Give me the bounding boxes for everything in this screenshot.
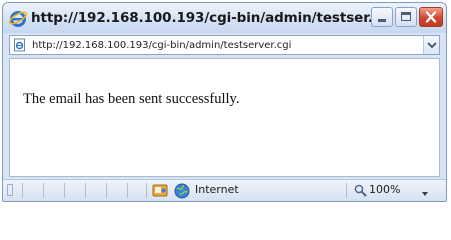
minimize-button[interactable] [371,7,393,27]
chevron-down-icon [422,192,428,196]
title-bar[interactable]: http://192.168.100.193/cgi-bin/admin/tes… [3,3,446,33]
magnifier-icon[interactable] [354,184,367,197]
minimize-icon [378,19,386,22]
status-divider [22,183,23,198]
success-message: The email has been sent successfully. [23,91,240,107]
maximize-button[interactable] [395,7,417,27]
security-zone-label: Internet [195,183,239,196]
status-divider [106,183,107,198]
close-icon [425,11,437,23]
close-button[interactable] [419,7,443,27]
address-bar[interactable]: http://192.168.100.193/cgi-bin/admin/tes… [9,35,440,55]
status-divider [43,183,44,198]
status-divider [346,183,347,198]
zoom-dropdown-button[interactable] [420,186,430,196]
maximize-icon [401,12,411,21]
status-divider [146,183,147,198]
globe-icon[interactable] [174,183,190,199]
status-grip [7,184,13,196]
chevron-down-icon [427,42,437,49]
protected-mode-icon[interactable] [152,183,168,198]
browser-popup-window: http://192.168.100.193/cgi-bin/admin/tes… [2,2,447,202]
window-title: http://192.168.100.193/cgi-bin/admin/tes… [31,10,383,26]
status-divider [127,183,128,198]
address-dropdown-button[interactable] [423,36,439,54]
internet-explorer-icon [8,8,28,28]
window-controls [371,7,443,27]
status-bar: Internet 100% [3,179,446,201]
status-divider [85,183,86,198]
zoom-level[interactable]: 100% [369,183,400,196]
page-icon [13,38,27,52]
url-field[interactable]: http://192.168.100.193/cgi-bin/admin/tes… [32,40,423,51]
status-divider [64,183,65,198]
page-content: The email has been sent successfully. [9,58,440,177]
